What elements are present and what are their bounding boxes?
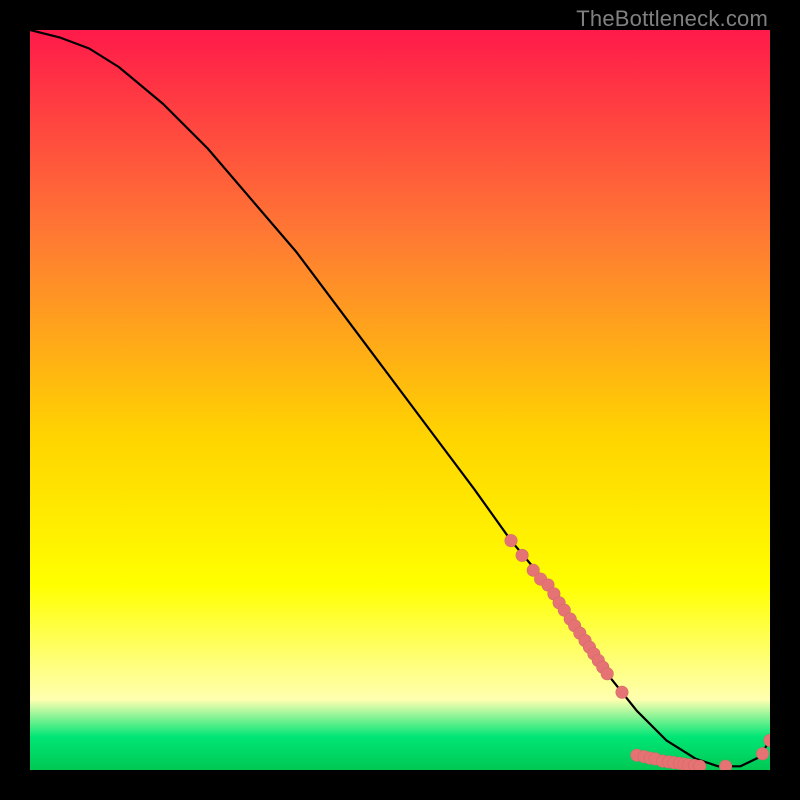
curve-marker bbox=[601, 668, 613, 680]
curve-marker bbox=[505, 534, 517, 546]
chart-stage: TheBottleneck.com bbox=[0, 0, 800, 800]
watermark-text: TheBottleneck.com bbox=[576, 6, 768, 32]
curve-marker bbox=[719, 760, 731, 770]
gradient-background bbox=[30, 30, 770, 770]
curve-marker bbox=[616, 686, 628, 698]
curve-marker bbox=[516, 549, 528, 561]
curve-marker bbox=[694, 760, 706, 770]
curve-marker bbox=[756, 748, 768, 760]
bottleneck-chart bbox=[30, 30, 770, 770]
